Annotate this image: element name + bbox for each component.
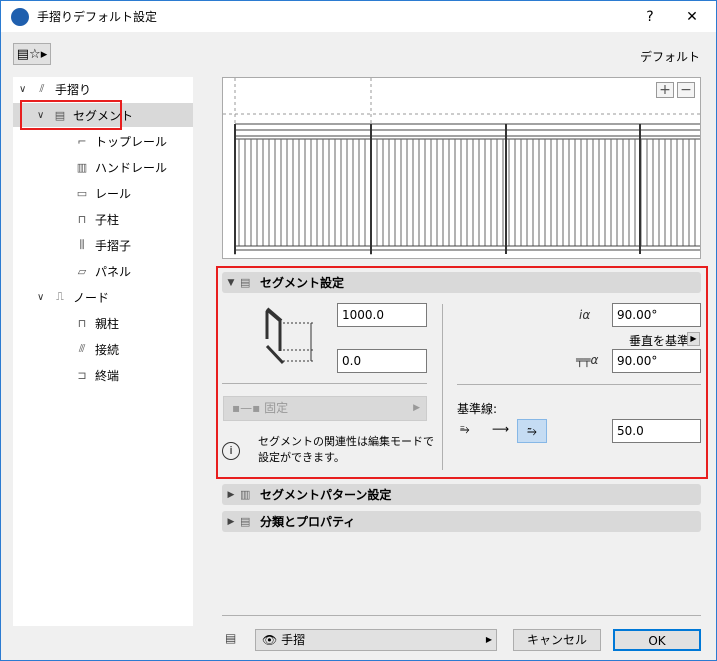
tree-item-label: パネル [95, 264, 132, 279]
tree-item[interactable]: ▥ ハンドレール [13, 155, 193, 179]
tree-item-label: 親柱 [95, 316, 120, 331]
angle-icon: i̇α [579, 308, 591, 322]
divider [222, 615, 701, 616]
tree-item[interactable]: ∨ ⎍ ノード [13, 285, 193, 309]
tree-item-icon: ⫽ [39, 82, 45, 95]
tree-item-label: 終端 [95, 368, 120, 383]
tree-item[interactable]: ⫻ 接続 [13, 337, 193, 361]
tree-item-icon: ⎍ [56, 290, 64, 303]
expand-arrow-icon: ▶ [227, 489, 235, 500]
reference-left-button[interactable]: ⥱ [460, 422, 470, 437]
divider [442, 304, 443, 470]
tree-item[interactable]: ⊓ 子柱 [13, 207, 193, 231]
tree-item-label: 接続 [95, 342, 120, 357]
info-icon: i [222, 442, 240, 460]
collapse-arrow-icon: ▼ [227, 277, 235, 288]
tree-item-icon: ⫻ [78, 342, 86, 355]
tree-item-icon: ⊓ [77, 316, 87, 330]
pattern-icon: ▥ [240, 488, 251, 501]
section-classification[interactable]: ▶ ▤ 分類とプロパティ [222, 511, 701, 532]
tree-item-label: ノード [73, 290, 110, 305]
favorites-star-icon: ▤☆▸ [16, 46, 48, 62]
expand-arrow-icon: ▶ [227, 516, 235, 527]
tree-item[interactable]: ⌐ トップレール [13, 129, 193, 153]
info-line: セグメントの関連性は編集モードで [258, 435, 434, 448]
tree-item-label: ハンドレール [95, 160, 168, 175]
anchor-dropdown[interactable]: ▪—▪ 固定 ▶ [223, 396, 427, 421]
tree-item-icon: ▱ [77, 264, 87, 278]
zoom-in-button[interactable]: + [656, 82, 674, 98]
tree-item-icon: ▭ [76, 186, 88, 200]
tree-item-label: レール [95, 186, 132, 201]
offset-input[interactable]: 0.0 [337, 349, 427, 373]
favorites-button[interactable]: ▤☆▸ [13, 43, 51, 65]
section-title: セグメント設定 [260, 276, 345, 290]
railing-preview-drawing [223, 78, 700, 258]
tree-item-icon: ⌐ [77, 134, 87, 148]
document-icon: ▤ [240, 515, 251, 528]
tree-item-label: 子柱 [95, 212, 120, 227]
reference-right-button[interactable]: ⥲ [517, 419, 547, 443]
chevron-down-icon[interactable]: ∨ [19, 84, 33, 95]
reference-offset-input[interactable]: 50.0 [612, 419, 701, 443]
anchor-label: 固定 [264, 401, 289, 415]
tree-item-label: 手摺り [55, 82, 92, 97]
tree-item[interactable]: ▱ パネル [13, 259, 193, 283]
angle-input[interactable]: 90.00° [612, 303, 701, 327]
reference-center-button[interactable]: ⟶ [492, 422, 509, 436]
segment-icon: ▤ [240, 276, 251, 289]
help-button[interactable]: ? [635, 5, 665, 29]
tree-item-icon: ▥ [76, 160, 88, 174]
settings-tree: ∨ ⫽ 手摺り ∨ ▤ セグメント ⌐ トップレール ▥ ハンドレール ▭ レール ⊓ 子柱 ⫼ 手摺子 ▱ パネ… [13, 77, 193, 626]
tree-item[interactable]: ∨ ⫽ 手摺り [13, 77, 193, 101]
tree-item[interactable]: ▭ レール [13, 181, 193, 205]
tree-item[interactable]: ⊓ 親柱 [13, 311, 193, 335]
dialog-window: 手摺りデフォルト設定 ? ✕ ▤☆▸ デフォルト ∨ ⫽ 手摺り ∨ ▤ セグメント ⌐ トッ… [0, 0, 717, 661]
railing-preview[interactable]: + − [222, 77, 701, 259]
cancel-button[interactable]: キャンセル [513, 629, 601, 651]
zoom-out-button[interactable]: − [677, 82, 695, 98]
tree-item-icon: ⊓ [77, 212, 87, 226]
dropdown-arrow-icon: ▶ [485, 635, 492, 644]
ok-button[interactable]: OK [613, 629, 701, 651]
app-logo-icon [11, 7, 29, 26]
section-title: セグメントパターン設定 [260, 488, 392, 502]
slope-angle-icon: ╤╤α [576, 353, 599, 367]
chevron-down-icon[interactable]: ∨ [37, 292, 51, 303]
anchor-icon: ▪—▪ [232, 401, 265, 415]
close-button[interactable]: ✕ [677, 5, 707, 29]
tree-item[interactable]: ⫼ 手摺子 [13, 233, 193, 257]
reference-line-label: 基準線: [457, 402, 498, 416]
divider [222, 383, 427, 384]
divider [457, 384, 701, 385]
title-bar: 手摺りデフォルト設定 ? ✕ [1, 1, 716, 32]
mode-label: デフォルト [639, 50, 700, 64]
tree-item-icon: ⊐ [77, 368, 87, 382]
dropdown-arrow-icon: ▶ [413, 403, 420, 413]
section-segment-settings[interactable]: ▼ ▤ セグメント設定 [222, 272, 701, 293]
info-text: セグメントの関連性は編集モードで 設定ができます。 [258, 434, 434, 466]
angle-mode-menu-button[interactable]: ▶ [687, 332, 700, 346]
layer-icon: ▤ [225, 631, 237, 645]
height-input[interactable]: 1000.0 [337, 303, 427, 327]
section-segment-pattern[interactable]: ▶ ▥ セグメントパターン設定 [222, 484, 701, 505]
layer-dropdown[interactable]: 👁 手摺 ▶ [255, 629, 497, 651]
railing-height-diagram-icon [265, 307, 313, 365]
tree-item-label: トップレール [95, 134, 168, 149]
eye-icon: 👁 [262, 633, 282, 647]
tree-item-icon: ⫼ [79, 238, 85, 251]
window-title: 手摺りデフォルト設定 [37, 10, 158, 24]
highlight-box [20, 100, 122, 130]
angle-mode-label: 垂直を基準 [629, 334, 690, 348]
tree-item[interactable]: ⊐ 終端 [13, 363, 193, 387]
slope-angle-input[interactable]: 90.00° [612, 349, 701, 373]
layer-name: 手摺 [281, 633, 306, 647]
tree-item-label: 手摺子 [95, 238, 132, 253]
section-title: 分類とプロパティ [260, 515, 356, 529]
info-line: 設定ができます。 [258, 451, 345, 464]
